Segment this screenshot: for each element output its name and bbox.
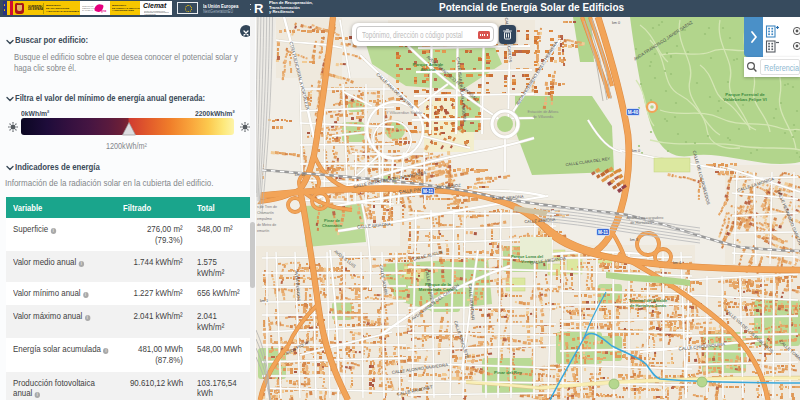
svg-text:Chamartín: Chamartín (322, 223, 342, 228)
svg-text:Austria: Austria (420, 67, 436, 72)
svg-text:Pinar del Rey: Pinar del Rey (494, 370, 522, 375)
svg-text:Estación de Añora: Estación de Añora (528, 110, 560, 114)
svg-text:de Metro de: de Metro de (257, 223, 276, 227)
svg-text:km 1: km 1 (260, 299, 268, 303)
svg-text:km 0: km 0 (612, 21, 620, 25)
svg-text:Chamartín: Chamartín (257, 211, 274, 215)
svg-text:Apartadero cargadero: Apartadero cargadero (627, 216, 664, 220)
svg-text:km 4: km 4 (673, 261, 681, 265)
svg-text:km 10: km 10 (295, 173, 305, 177)
svg-text:de Hortaleza Jonás: de Hortaleza Jonás (630, 303, 667, 308)
svg-text:de Villaseda: de Villaseda (533, 115, 555, 119)
svg-text:km 0: km 0 (632, 149, 640, 153)
svg-text:s de Tren de: s de Tren de (257, 205, 277, 209)
svg-text:empalmo: empalmo (257, 217, 272, 221)
svg-text:M-11: M-11 (598, 230, 609, 235)
svg-text:km 3: km 3 (630, 238, 638, 242)
svg-text:Y Villaverdian Sodelo: Y Villaverdian Sodelo (386, 111, 422, 115)
svg-text:emartín: emartín (257, 229, 269, 233)
svg-text:Viento: Viento (521, 259, 534, 264)
svg-text:Valdebebas Felipe VI: Valdebebas Felipe VI (723, 97, 766, 102)
svg-text:Mermelada Casars: Mermelada Casars (419, 287, 458, 292)
svg-text:de Hortaleza: de Hortaleza (630, 221, 652, 225)
svg-text:M-11: M-11 (423, 189, 434, 194)
svg-text:M-40: M-40 (628, 110, 639, 115)
